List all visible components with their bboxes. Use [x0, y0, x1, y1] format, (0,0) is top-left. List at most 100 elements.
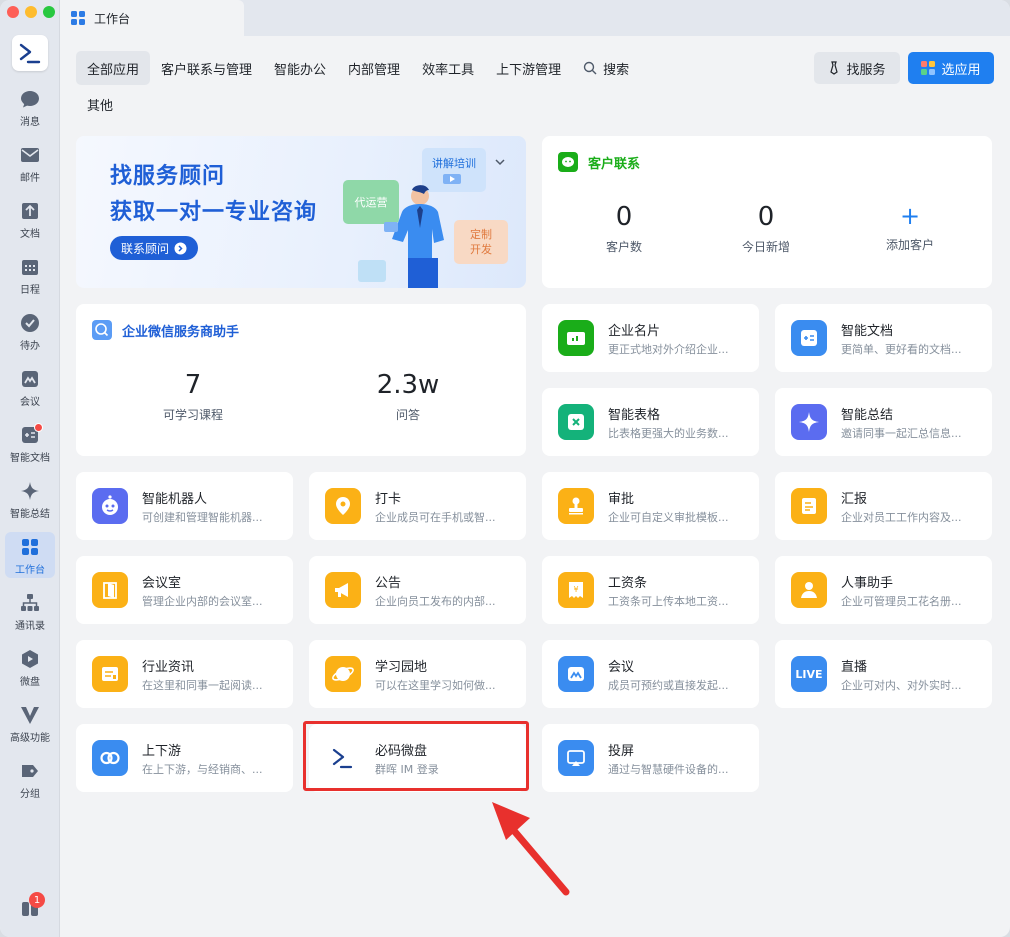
sidebar-item-messages[interactable]: 消息: [5, 84, 55, 130]
smart-sheet-icon: [558, 404, 594, 440]
contact-advisor-button[interactable]: 联系顾问: [110, 236, 198, 260]
category-internal[interactable]: 内部管理: [337, 51, 411, 85]
maximize-window-button[interactable]: [43, 6, 55, 18]
service-assistant-header: 企业微信服务商助手: [92, 320, 239, 340]
robot-icon: [92, 488, 128, 524]
app-card-6[interactable]: 打卡 企业成员可在手机或智...: [309, 472, 526, 540]
app-card-13[interactable]: 行业资讯在这里和同事一起阅读...: [76, 640, 293, 708]
plus-icon: +: [899, 202, 921, 230]
sidebar-item-label: 高级功能: [10, 733, 50, 744]
sidebar-item-workbench[interactable]: 工作台: [5, 532, 55, 578]
sidebar-item-smart-summary[interactable]: 智能总结: [5, 476, 55, 522]
app-card-10[interactable]: 公告 企业向员工发布的内部...: [309, 556, 526, 624]
arrow-right-circle-icon: [174, 242, 187, 254]
app-description: 更简单、更好看的文档...: [841, 343, 962, 356]
meeting-icon: [558, 656, 594, 692]
calendar-icon: [22, 260, 38, 275]
app-card-1[interactable]: 企业名片 更正式地对外介绍企业...: [542, 304, 759, 372]
check-circle-icon: [21, 314, 39, 332]
service-assistant-title: 企业微信服务商助手: [122, 324, 240, 340]
courses-stat[interactable]: 7 可学习课程: [133, 370, 253, 423]
sidebar-item-meeting[interactable]: 会议: [5, 364, 55, 410]
app-description: 可以在这里学习如何做...: [375, 679, 496, 692]
app-card-17[interactable]: 上下游在上下游，与经销商、...: [76, 724, 293, 792]
app-description: 企业可管理员工花名册...: [841, 595, 962, 608]
app-description: 在上下游，与经销商、...: [142, 763, 263, 776]
app-description: 企业成员可在手机或智...: [375, 511, 496, 524]
salary-icon: ¥: [558, 572, 594, 608]
app-description: 企业可对内、对外实时...: [841, 679, 962, 692]
tag-icon: [22, 765, 38, 777]
category-bar: 全部应用 客户联系与管理 智能办公 内部管理 效率工具 上下游管理 搜索: [76, 51, 640, 85]
chevron-down-icon[interactable]: [494, 158, 506, 166]
sidebar-item-smart-doc[interactable]: 智能文档: [5, 420, 55, 466]
service-assistant-card[interactable]: 企业微信服务商助手 7 可学习课程 2.3w 问答: [76, 304, 526, 456]
category-all[interactable]: 全部应用: [76, 51, 151, 85]
app-card-12[interactable]: 人事助手 企业可管理员工花名册...: [775, 556, 992, 624]
stamp-icon: [558, 488, 594, 524]
service-banner[interactable]: 找服务顾问 获取一对一专业咨询 联系顾问 讲解培训 代运营 定制开发: [76, 136, 526, 288]
app-card-5[interactable]: 智能机器人 可创建和管理智能机器...: [76, 472, 293, 540]
tab-workbench[interactable]: 工作台: [61, 0, 244, 36]
app-name: 企业名片: [608, 324, 661, 339]
app-card-11[interactable]: ¥ 工资条 工资条可上传本地工资...: [542, 556, 759, 624]
app-name: 行业资讯: [142, 660, 195, 675]
sidebar: 消息 邮件 文档 日程 待办 会议 智能文档 智能总结 工作台 通讯录 微盘 高…: [0, 0, 60, 937]
link-icon: [92, 740, 128, 776]
app-description: 在这里和同事一起阅读...: [142, 679, 263, 692]
customer-contact-card[interactable]: 客户联系 0 客户数 0 今日新增 + 添加客户: [542, 136, 992, 288]
sidebar-item-mail[interactable]: 邮件: [5, 140, 55, 186]
app-description: 邀请同事一起汇总信息...: [841, 427, 962, 440]
qa-stat[interactable]: 2.3w 问答: [348, 370, 468, 423]
category-efficiency[interactable]: 效率工具: [411, 51, 485, 85]
sidebar-item-label: 分组: [20, 789, 40, 800]
app-card-4[interactable]: 智能总结 邀请同事一起汇总信息...: [775, 388, 992, 456]
app-card-16[interactable]: LIVE 直播 企业可对内、对外实时...: [775, 640, 992, 708]
location-icon: [325, 488, 361, 524]
close-window-button[interactable]: [7, 6, 19, 18]
sidebar-item-advanced[interactable]: 高级功能: [5, 700, 55, 746]
customer-contact-title: 客户联系: [588, 156, 641, 172]
customer-count-stat[interactable]: 0 客户数: [564, 202, 684, 255]
app-card-8[interactable]: 汇报 企业对员工工作内容及...: [775, 472, 992, 540]
app-card-19[interactable]: 投屏 通过与智慧硬件设备的...: [542, 724, 759, 792]
app-logo[interactable]: [12, 35, 48, 71]
app-name: 上下游: [142, 744, 182, 759]
choose-app-button[interactable]: 选应用: [908, 52, 994, 84]
app-card-2[interactable]: 智能文档更简单、更好看的文档...: [775, 304, 992, 372]
terminal-icon: [19, 43, 41, 64]
sidebar-item-todo[interactable]: 待办: [5, 308, 55, 354]
sidebar-item-label: 通讯录: [15, 621, 45, 632]
news-icon: [92, 656, 128, 692]
notification-dot: [34, 423, 43, 432]
sidebar-item-groups[interactable]: 分组: [5, 756, 55, 802]
app-card-14[interactable]: 学习园地 可以在这里学习如何做...: [309, 640, 526, 708]
app-card-15[interactable]: 会议 成员可预约或直接发起...: [542, 640, 759, 708]
category-customer[interactable]: 客户联系与管理: [150, 51, 263, 85]
category-smart-office[interactable]: 智能办公: [263, 51, 337, 85]
sidebar-item-contacts[interactable]: 通讯录: [5, 588, 55, 634]
app-description: 企业可自定义审批模板...: [608, 511, 729, 524]
app-card-7[interactable]: 审批 企业可自定义审批模板...: [542, 472, 759, 540]
minimize-window-button[interactable]: [25, 6, 37, 18]
highlight-box: [303, 721, 529, 791]
sidebar-item-label: 智能文档: [10, 453, 50, 464]
v-logo-icon: [21, 707, 39, 724]
contact-advisor-label: 联系顾问: [120, 241, 169, 256]
sidebar-item-calendar[interactable]: 日程: [5, 252, 55, 298]
sidebar-item-drive[interactable]: 微盘: [5, 644, 55, 690]
today-new-stat[interactable]: 0 今日新增: [706, 202, 826, 255]
category-other[interactable]: 其他: [76, 92, 124, 116]
svg-text:¥: ¥: [573, 585, 578, 594]
app-card-3[interactable]: 智能表格 比表格更强大的业务数...: [542, 388, 759, 456]
app-card-9[interactable]: 会议室 管理企业内部的会议室...: [76, 556, 293, 624]
category-supply-chain[interactable]: 上下游管理: [485, 51, 572, 85]
category-search[interactable]: 搜索: [572, 51, 640, 85]
add-customer-button[interactable]: + 添加客户: [850, 202, 970, 253]
sidebar-item-docs[interactable]: 文档: [5, 196, 55, 242]
sidebar-item-bottom[interactable]: 1: [5, 892, 55, 937]
sidebar-item-label: 邮件: [20, 173, 40, 184]
app-name: 智能文档: [841, 324, 894, 339]
find-service-button[interactable]: 找服务: [814, 52, 900, 84]
banner-title: 找服务顾问: [110, 164, 226, 189]
